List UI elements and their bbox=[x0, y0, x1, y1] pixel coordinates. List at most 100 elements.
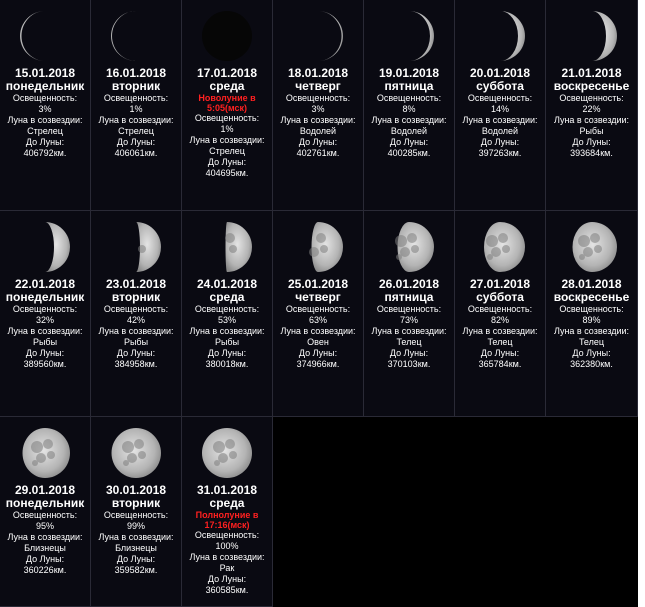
day-cell: 21.01.2018 воскресенье Освещенность: 22% Лун… bbox=[546, 0, 638, 211]
distance-label: До Луны: bbox=[25, 554, 65, 564]
illumination-value: 14% bbox=[490, 104, 509, 114]
constellation-value: Водолей bbox=[481, 126, 519, 136]
day-weekday: вторник bbox=[111, 79, 161, 93]
day-cell: 20.01.2018 суббота Освещенность: 14% Луна в … bbox=[455, 0, 546, 211]
constellation-label: Луна в созвездии: bbox=[98, 326, 174, 336]
constellation-value: Стрелец bbox=[209, 146, 245, 156]
constellation-label: Луна в созвездии: bbox=[7, 326, 83, 336]
day-cell: 31.01.2018 среда Полнолуние в 17:16(мск) Ос… bbox=[182, 417, 273, 607]
illumination-label: Освещенность: bbox=[12, 510, 78, 520]
moon-phase-icon bbox=[309, 222, 343, 272]
constellation-value: Рыбы bbox=[123, 337, 149, 347]
constellation-value: Стрелец bbox=[27, 126, 63, 136]
illumination-value: 53% bbox=[217, 315, 236, 325]
illumination-value: 3% bbox=[38, 104, 52, 114]
distance-value: 406061км. bbox=[114, 148, 158, 158]
illumination-value: 22% bbox=[582, 104, 601, 114]
distance-value: 404695км. bbox=[205, 168, 249, 178]
illumination-label: Освещенность: bbox=[285, 304, 351, 314]
constellation-label: Луна в созвездии: bbox=[280, 326, 356, 336]
constellation-label: Луна в созвездии: bbox=[98, 115, 174, 125]
constellation-value: Рыбы bbox=[214, 337, 240, 347]
moon-phase-icon bbox=[591, 11, 617, 61]
distance-value: 360226км. bbox=[23, 565, 67, 575]
distance-label: До Луны: bbox=[389, 137, 429, 147]
day-cell: 25.01.2018 четверг Освещенность: 63% Луна в … bbox=[273, 211, 364, 417]
distance-label: До Луны: bbox=[116, 137, 156, 147]
illumination-label: Освещенность: bbox=[194, 530, 260, 540]
illumination-label: Освещенность: bbox=[12, 93, 78, 103]
day-cell: 30.01.2018 вторник Освещенность: 99% Луна в … bbox=[91, 417, 182, 607]
day-weekday: среда bbox=[209, 496, 245, 510]
day-weekday: четверг bbox=[295, 290, 341, 304]
distance-value: 360585км. bbox=[205, 585, 249, 595]
constellation-label: Луна в созвездии: bbox=[553, 115, 630, 125]
day-cell: 17.01.2018 среда Новолуние в 5:05(мск) Осве… bbox=[182, 0, 273, 211]
constellation-value: Рыбы bbox=[32, 337, 58, 347]
constellation-value: Водолей bbox=[390, 126, 428, 136]
constellation-value: Рак bbox=[219, 563, 235, 573]
constellation-label: Луна в созвездии: bbox=[553, 326, 630, 336]
day-weekday: пятница bbox=[384, 290, 434, 304]
day-cell: 15.01.2018 понедельник Освещенность: 3% Луна… bbox=[0, 0, 91, 211]
day-weekday: суббота bbox=[476, 290, 524, 304]
distance-label: До Луны: bbox=[116, 554, 156, 564]
distance-label: До Луны: bbox=[480, 137, 520, 147]
moon-event: Новолуние в 5:05(мск) bbox=[198, 93, 256, 113]
day-weekday: четверг bbox=[295, 79, 341, 93]
constellation-value: Рыбы bbox=[579, 126, 604, 136]
day-cell: 18.01.2018 четверг Освещенность: 3% Луна в с… bbox=[273, 0, 364, 211]
distance-value: 406792км. bbox=[23, 148, 67, 158]
illumination-label: Освещенность: bbox=[103, 93, 169, 103]
constellation-value: Телец bbox=[578, 337, 605, 347]
moon-event: Полнолуние в 17:16(мск) bbox=[195, 510, 259, 530]
distance-label: До Луны: bbox=[25, 348, 65, 358]
constellation-value: Телец bbox=[396, 337, 422, 347]
illumination-label: Освещенность: bbox=[467, 93, 533, 103]
constellation-label: Луна в созвездии: bbox=[371, 326, 447, 336]
illumination-value: 3% bbox=[311, 104, 325, 114]
constellation-value: Овен bbox=[307, 337, 329, 347]
day-cell: 28.01.2018 воскресенье Освещенность: 89% Лун… bbox=[546, 211, 638, 417]
moon-phase-icon bbox=[484, 222, 525, 272]
illumination-label: Освещенность: bbox=[376, 93, 442, 103]
illumination-value: 89% bbox=[582, 315, 601, 325]
distance-value: 389560км. bbox=[23, 359, 67, 369]
constellation-label: Луна в созвездии: bbox=[7, 532, 83, 542]
moon-phase-icon bbox=[20, 11, 45, 61]
distance-label: До Луны: bbox=[572, 137, 611, 147]
distance-label: До Луны: bbox=[389, 348, 429, 358]
moon-phase-icon bbox=[409, 11, 434, 61]
day-weekday: воскресенье bbox=[553, 290, 630, 304]
constellation-label: Луна в созвездии: bbox=[189, 552, 265, 562]
day-weekday: понедельник bbox=[5, 290, 85, 304]
moon-phase-icon bbox=[572, 222, 617, 272]
distance-value: 359582км. bbox=[114, 565, 158, 575]
illumination-label: Освещенность: bbox=[559, 93, 624, 103]
constellation-value: Телец bbox=[487, 337, 513, 347]
constellation-label: Луна в созвездии: bbox=[280, 115, 356, 125]
distance-value: 400285км. bbox=[387, 148, 431, 158]
day-cell: 16.01.2018 вторник Освещенность: 1% Луна в с… bbox=[91, 0, 182, 211]
day-weekday: понедельник bbox=[5, 496, 85, 510]
distance-value: 374966км. bbox=[296, 359, 340, 369]
distance-label: До Луны: bbox=[207, 574, 247, 584]
moon-phase-icon bbox=[225, 222, 252, 272]
day-weekday: понедельник bbox=[5, 79, 85, 93]
constellation-label: Луна в созвездии: bbox=[189, 326, 265, 336]
moon-phase-icon bbox=[500, 11, 525, 61]
illumination-label: Освещенность: bbox=[194, 113, 260, 123]
moon-phase-icon bbox=[318, 11, 343, 61]
illumination-label: Освещенность: bbox=[103, 510, 169, 520]
illumination-value: 73% bbox=[399, 315, 418, 325]
empty-area bbox=[273, 417, 638, 607]
illumination-label: Освещенность: bbox=[376, 304, 442, 314]
distance-value: 380018км. bbox=[205, 359, 249, 369]
day-cell: 24.01.2018 среда Освещенность: 53% Луна в со… bbox=[182, 211, 273, 417]
constellation-label: Луна в созвездии: bbox=[462, 326, 538, 336]
moon-phase-icon bbox=[111, 11, 136, 61]
moon-phase-icon bbox=[136, 222, 161, 272]
day-weekday: среда bbox=[209, 79, 245, 93]
distance-value: 365784км. bbox=[478, 359, 522, 369]
distance-label: До Луны: bbox=[480, 348, 520, 358]
